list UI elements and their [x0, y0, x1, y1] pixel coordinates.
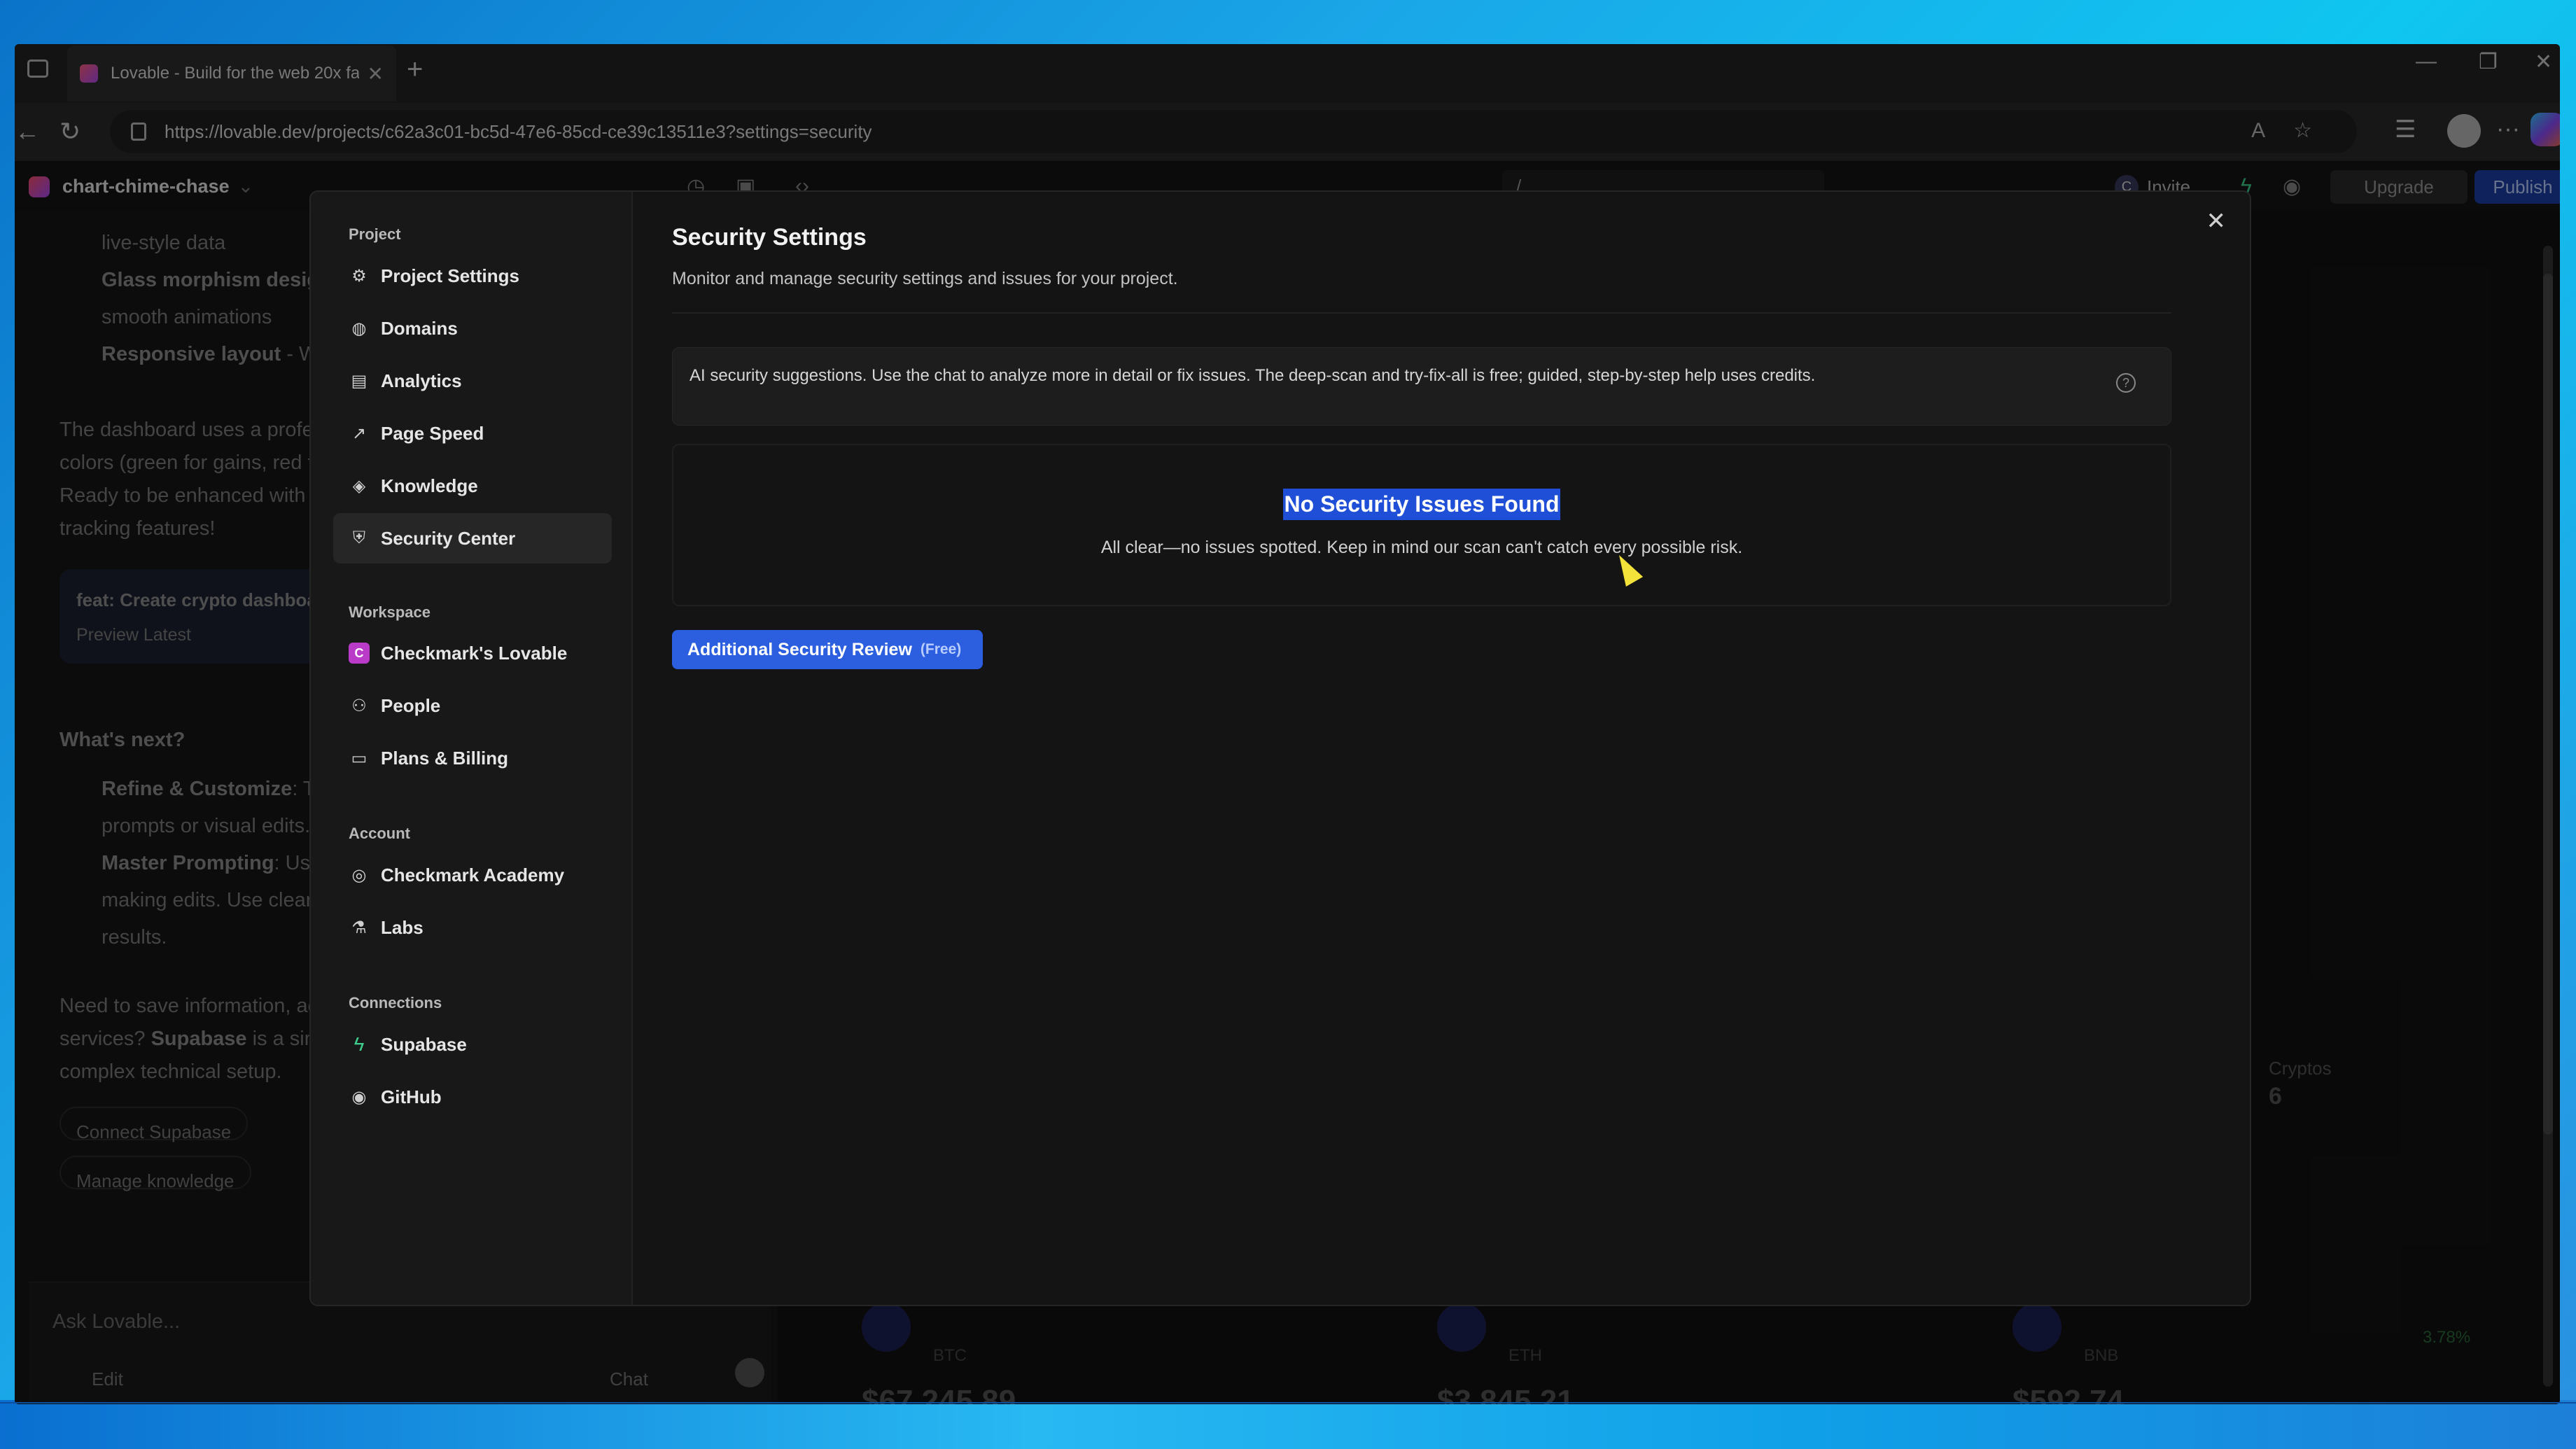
menu-item-knowledge[interactable]: ◈ Knowledge — [333, 461, 612, 511]
menu-item-page-speed[interactable]: ↗ Page Speed — [333, 408, 612, 458]
menu-label: Checkmark Academy — [381, 864, 565, 886]
chart-icon: ▤ — [351, 371, 368, 391]
menu-label: Analytics — [381, 370, 462, 391]
flask-icon: ⚗ — [351, 918, 367, 937]
gear-icon: ⚙ — [351, 266, 367, 286]
menu-item-academy[interactable]: ◎ Checkmark Academy — [333, 850, 612, 900]
menu-label: Labs — [381, 916, 424, 938]
menu-label: Checkmark's Lovable — [381, 642, 568, 664]
shield-icon: ⛨ — [353, 528, 365, 547]
menu-label: Supabase — [381, 1033, 467, 1055]
menu-item-supabase[interactable]: ϟ Supabase — [333, 1019, 612, 1070]
result-title-row: No Security Issues Found — [673, 489, 2170, 520]
settings-modal: Project ⚙ Project Settings ◍ Domains ▤ Anal… — [309, 190, 2251, 1306]
help-icon[interactable]: ? — [2116, 373, 2136, 393]
divider — [672, 312, 2171, 314]
settings-content: Security Settings Monitor and manage sec… — [633, 192, 2250, 1305]
close-icon[interactable]: ✕ — [2206, 207, 2227, 235]
additional-security-review-button[interactable]: Additional Security Review (Free) — [672, 630, 983, 669]
banner-text: AI security suggestions. Use the chat to… — [690, 366, 1816, 385]
trend-icon: ↗ — [351, 424, 367, 443]
people-icon: ⚇ — [351, 696, 367, 715]
menu-item-labs[interactable]: ⚗ Labs — [333, 902, 612, 953]
supabase-icon: ϟ — [354, 1033, 365, 1055]
result-subtitle: All clear—no issues spotted. Keep in min… — [1100, 538, 1743, 557]
menu-label: GitHub — [381, 1086, 442, 1107]
menu-item-people[interactable]: ⚇ People — [333, 680, 612, 731]
github-icon: ◉ — [351, 1087, 367, 1107]
section-heading-workspace: Workspace — [349, 603, 430, 621]
scan-result-panel: No Security Issues Found All clear—no is… — [672, 444, 2171, 606]
window-shadow — [0, 1402, 2576, 1404]
graduation-cap-icon: ◈ — [352, 476, 366, 496]
section-heading-project: Project — [349, 225, 401, 243]
menu-label: Project Settings — [381, 265, 519, 286]
free-badge: (Free) — [920, 641, 962, 657]
menu-label: Knowledge — [381, 475, 478, 496]
menu-label: Security Center — [381, 527, 516, 549]
button-label: Additional Security Review — [687, 639, 912, 659]
desktop-wallpaper — [0, 1400, 2576, 1449]
page-subtitle: Monitor and manage security settings and… — [672, 269, 1178, 288]
menu-item-project-settings[interactable]: ⚙ Project Settings — [333, 251, 612, 301]
workspace-avatar-icon: C — [349, 643, 370, 664]
globe-icon: ◍ — [351, 318, 367, 338]
user-circle-icon: ◎ — [351, 865, 367, 885]
section-heading-connections: Connections — [349, 994, 442, 1011]
menu-label: Domains — [381, 317, 458, 339]
menu-item-domains[interactable]: ◍ Domains — [333, 303, 612, 354]
menu-item-security-center[interactable]: ⛨ Security Center — [333, 513, 612, 564]
page-title: Security Settings — [672, 224, 867, 251]
menu-item-analytics[interactable]: ▤ Analytics — [333, 356, 612, 406]
menu-label: People — [381, 694, 441, 716]
menu-item-workspace[interactable]: C Checkmark's Lovable — [333, 628, 612, 678]
settings-sidebar: Project ⚙ Project Settings ◍ Domains ▤ Anal… — [311, 192, 633, 1305]
menu-label: Plans & Billing — [381, 747, 509, 769]
menu-label: Page Speed — [381, 422, 484, 444]
ai-suggestions-banner: AI security suggestions. Use the chat to… — [672, 347, 2171, 426]
menu-item-plans-billing[interactable]: ▭ Plans & Billing — [333, 733, 612, 783]
menu-item-github[interactable]: ◉ GitHub — [333, 1072, 612, 1122]
section-heading-account: Account — [349, 825, 410, 842]
result-title: No Security Issues Found — [1282, 489, 1561, 520]
credit-card-icon: ▭ — [351, 748, 368, 768]
